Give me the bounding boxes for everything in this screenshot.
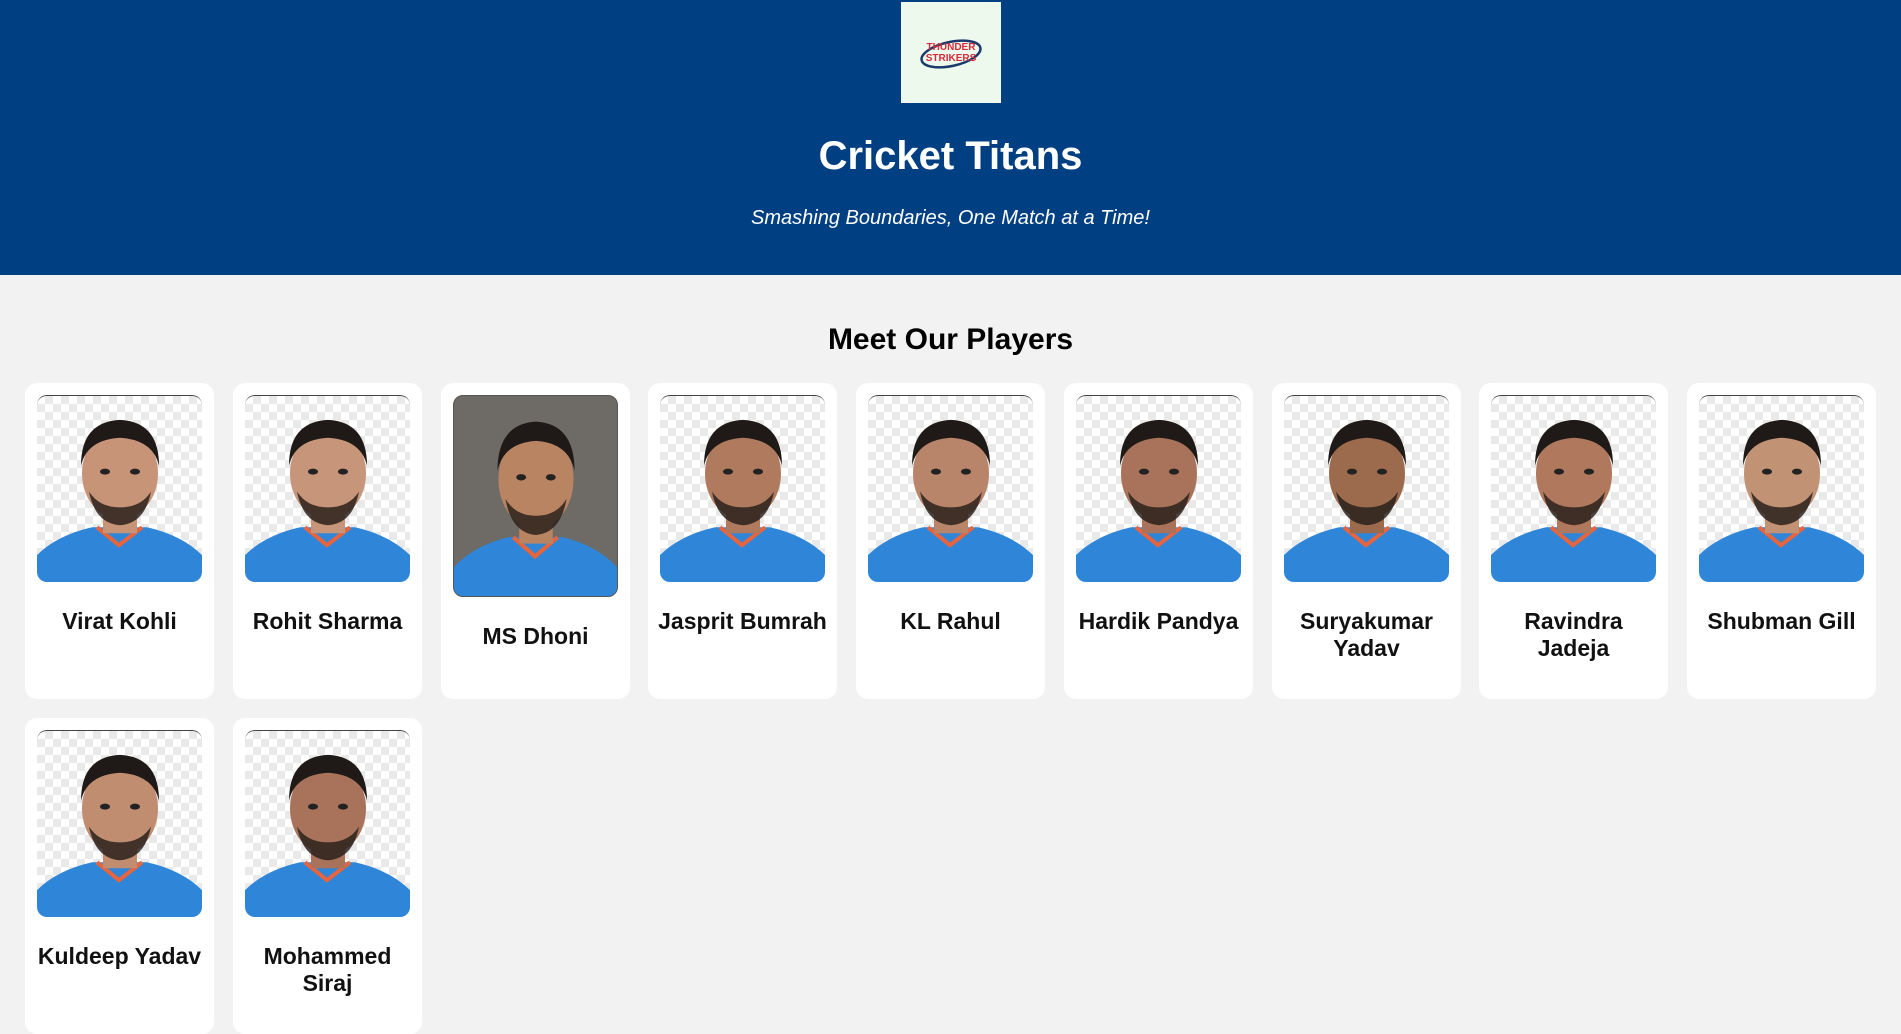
player-card[interactable]: Jasprit Bumrah (648, 383, 837, 699)
player-name: Ravindra Jadeja (1524, 608, 1623, 661)
player-photo (1699, 395, 1864, 582)
section-title: Meet Our Players (827, 323, 1074, 356)
player-card[interactable]: Rohit Sharma (233, 383, 422, 699)
player-name: MS Dhoni (482, 623, 589, 649)
player-photo (1284, 395, 1449, 582)
player-photo (37, 730, 202, 917)
player-name: Kuldeep Yadav (37, 943, 202, 969)
player-name: Rohit Sharma (252, 608, 403, 634)
svg-text:THUNDER: THUNDER (927, 42, 977, 53)
player-photo (868, 395, 1033, 582)
site-title: Cricket Titans (818, 134, 1083, 178)
player-photo (1491, 395, 1656, 582)
player-photo (660, 395, 825, 582)
player-name: Mohammed Siraj (263, 943, 392, 996)
player-name: Jasprit Bumrah (658, 608, 827, 634)
player-card[interactable]: MS Dhoni (441, 383, 630, 699)
player-name: Virat Kohli (62, 608, 177, 634)
player-name: KL Rahul (900, 608, 1001, 634)
player-card[interactable]: Virat Kohli (25, 383, 214, 699)
player-card[interactable]: Shubman Gill (1687, 383, 1876, 699)
player-name: Hardik Pandya (1078, 608, 1239, 634)
player-card[interactable]: Mohammed Siraj (233, 718, 422, 1034)
player-card[interactable]: Ravindra Jadeja (1479, 383, 1668, 699)
site-tagline: Smashing Boundaries, One Match at a Time… (751, 207, 1150, 229)
player-name: Suryakumar Yadav (1300, 608, 1433, 661)
player-card[interactable]: Hardik Pandya (1064, 383, 1253, 699)
player-name: Shubman Gill (1707, 608, 1856, 634)
player-card[interactable]: Suryakumar Yadav (1272, 383, 1461, 699)
player-photo (453, 395, 618, 597)
player-photo (37, 395, 202, 582)
player-card[interactable]: KL Rahul (856, 383, 1045, 699)
player-photo (245, 395, 410, 582)
player-photo (1076, 395, 1241, 582)
svg-text:STRIKERS: STRIKERS (926, 53, 977, 64)
player-photo (245, 730, 410, 917)
team-logo[interactable]: THUNDER STRIKERS (901, 2, 1001, 103)
site-header: THUNDER STRIKERS Cricket Titans Smashing… (0, 0, 1901, 275)
thunder-strikers-logo-icon: THUNDER STRIKERS (920, 38, 982, 69)
player-card[interactable]: Kuldeep Yadav (25, 718, 214, 1034)
